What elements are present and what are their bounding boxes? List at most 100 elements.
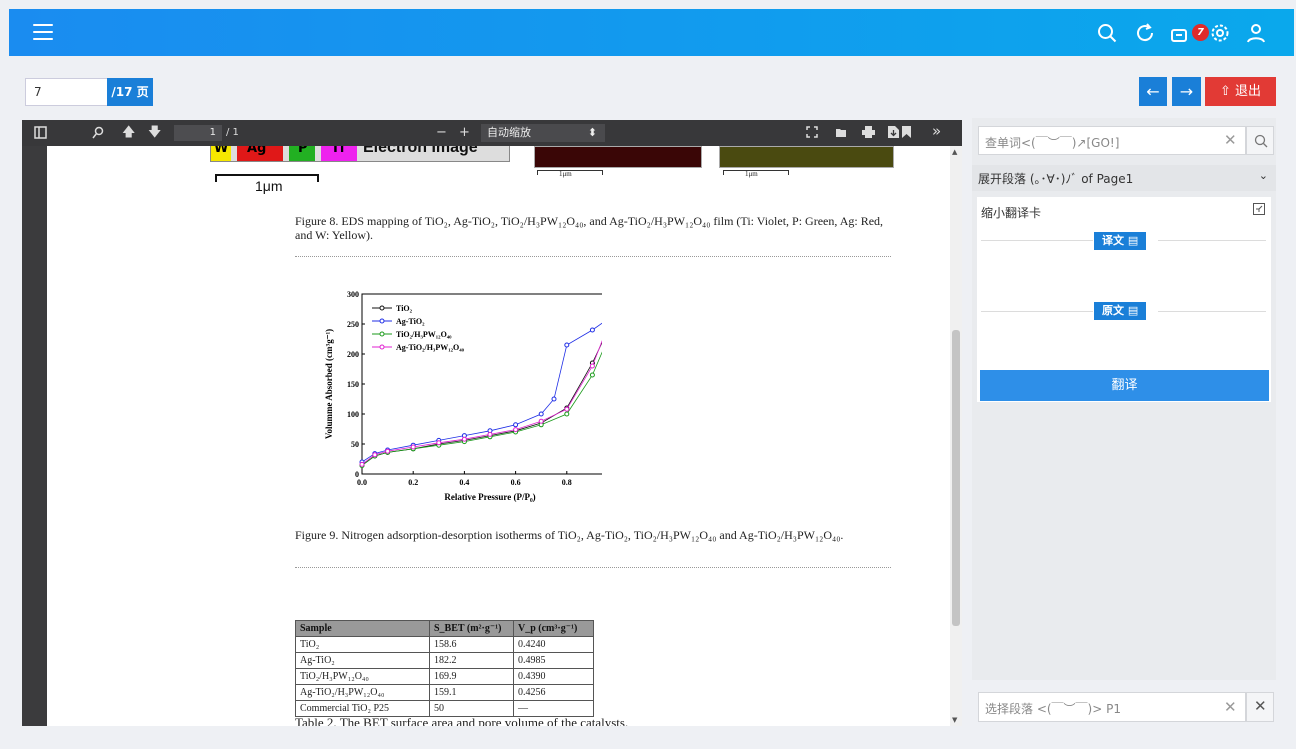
data-point [538, 418, 544, 424]
table-cell: 159.1 [429, 684, 514, 701]
top-bar: 7 [9, 9, 1294, 56]
exit-button[interactable]: ⇧ 退出 [1205, 77, 1276, 106]
next-page-button[interactable]: → [1172, 77, 1201, 106]
table-cell: 169.9 [429, 668, 514, 685]
search-icon[interactable] [1096, 22, 1118, 44]
series-line [361, 340, 602, 465]
legend-electron-image: Electron Image [363, 146, 478, 156]
viewer-page-input[interactable]: 1 [174, 125, 222, 141]
translation-tag[interactable]: 译文 ▤ [1094, 232, 1147, 250]
divider [1158, 240, 1266, 241]
find-icon[interactable] [92, 126, 105, 139]
notification-icon[interactable] [1169, 22, 1191, 44]
expand-paragraph-select[interactable]: 展开段落 (｡･∀･)ﾉﾞ of Page1 ⌄ [972, 165, 1276, 191]
print-icon[interactable] [862, 126, 875, 138]
divider [1158, 311, 1266, 312]
translate-button[interactable]: 翻译 [980, 370, 1269, 401]
data-point [538, 411, 544, 417]
menu-icon[interactable] [33, 24, 53, 40]
page-total-label: /17 页 [107, 78, 153, 106]
tools-more-button[interactable]: » [932, 122, 941, 140]
scrollbar-thumb[interactable] [952, 330, 960, 626]
page-number-input[interactable]: 7 [25, 78, 108, 106]
zoom-out-button[interactable]: − [436, 124, 447, 142]
refresh-icon[interactable] [1134, 22, 1156, 44]
y-axis-label: Volumme Absorbed (cm³g⁻¹) [324, 329, 334, 439]
bet-table: Sample S_BET (m²·g⁻¹) V_p (cm³·g⁻¹) TiO₂… [295, 620, 594, 717]
zoom-select[interactable]: 自动缩放 ⬍ [481, 124, 605, 142]
pdf-viewer: 🡅 🡇 1 / 1 − + 自动缩放 ⬍ » W Ag P Ti Electron… [22, 120, 962, 726]
y-tick-label: 100 [347, 410, 359, 419]
legend-ti: Ti [321, 146, 357, 161]
data-point [461, 436, 467, 442]
data-point [564, 406, 570, 412]
data-point [513, 422, 519, 428]
y-tick-label: 50 [351, 440, 359, 449]
x-axis-label: Relative Pressure (P/P₀) [444, 492, 535, 502]
scroll-up-icon[interactable]: ▲ [952, 148, 957, 156]
lookup-button[interactable] [1246, 126, 1274, 155]
bookmark-icon[interactable] [902, 126, 911, 138]
document-icon: ▤ [1127, 234, 1139, 247]
clear-icon[interactable]: ✕ [1224, 131, 1237, 149]
divider [981, 240, 1093, 241]
original-tag[interactable]: 原文 ▤ [1094, 302, 1147, 320]
previous-page-icon[interactable]: 🡅 [122, 124, 135, 142]
scale-label-small-2: 1μm [745, 170, 758, 178]
legend-label: Ag-TiO₂ [396, 317, 425, 326]
table-header: V_p (cm³·g⁻¹) [513, 620, 594, 637]
search-icon [1254, 134, 1268, 148]
pdf-page: W Ag P Ti Electron Image 1μm 1μm 1μm Fig… [47, 146, 950, 726]
y-tick-label: 0 [355, 470, 359, 479]
data-point [564, 342, 570, 348]
close-button[interactable]: ✕ [1246, 692, 1274, 722]
paragraph-select-input[interactable]: 选择段落 <(￣︶￣)> P1 [978, 692, 1246, 722]
figure-9-caption: Figure 9. Nitrogen adsorption-desorption… [295, 528, 844, 542]
isotherm-chart: 0.00.20.40.60.81.0050100150200250300Rela… [324, 290, 602, 502]
legend-ag: Ag [237, 146, 283, 161]
x-tick-label: 0.4 [459, 478, 469, 487]
prev-page-button[interactable]: ← [1139, 77, 1167, 106]
data-point [589, 372, 595, 378]
table-cell: 0.4390 [513, 668, 594, 685]
w-map-image [719, 146, 894, 168]
sidebar-toggle-icon[interactable] [34, 126, 47, 139]
dropdown-icon: ⬍ [587, 126, 597, 139]
figure-8-caption: Figure 8. EDS mapping of TiO₂, Ag-TiO₂, … [295, 214, 884, 242]
translation-tag-label: 译文 [1102, 234, 1124, 247]
word-lookup-input[interactable]: 查单词<(￣︶￣)↗[GO!] [978, 126, 1246, 155]
legend-marker [379, 305, 385, 311]
table-cell: TiO₂ [295, 636, 430, 653]
data-point [359, 461, 365, 467]
shrink-icon[interactable] [1253, 203, 1265, 215]
settings-icon[interactable] [1209, 22, 1231, 44]
y-tick-label: 150 [347, 380, 359, 389]
presentation-mode-icon[interactable] [806, 126, 818, 138]
table-2-caption: Table 2. The BET surface area and pore v… [295, 715, 629, 727]
data-point [551, 396, 557, 402]
download-icon[interactable] [888, 126, 899, 138]
data-point [385, 448, 391, 454]
table-row: TiO₂ 158.6 0.4240 [295, 636, 594, 653]
next-page-icon[interactable]: 🡇 [148, 124, 161, 142]
scroll-down-icon[interactable]: ▼ [952, 716, 957, 724]
table-cell: Ag-TiO₂/H₃PW₁₂O₄₀ [295, 684, 430, 701]
open-file-icon[interactable] [835, 126, 847, 138]
original-tag-label: 原文 [1102, 304, 1124, 317]
table-cell: TiO₂/H₃PW₁₂O₄₀ [295, 668, 430, 685]
clear-icon[interactable]: ✕ [1224, 698, 1237, 716]
scale-label: 1μm [255, 178, 283, 194]
legend-label: TiO₂ [396, 304, 413, 313]
y-tick-label: 300 [347, 290, 359, 299]
table-cell: 158.6 [429, 636, 514, 653]
table-row: Ag-TiO₂ 182.2 0.4985 [295, 652, 594, 669]
x-tick-label: 0.8 [562, 478, 572, 487]
table-row: Ag-TiO₂/H₃PW₁₂O₄₀ 159.1 0.4256 [295, 684, 594, 701]
notification-badge: 7 [1192, 24, 1209, 41]
data-point [372, 452, 378, 458]
user-icon[interactable] [1245, 22, 1267, 44]
table-cell: 0.4240 [513, 636, 594, 653]
zoom-in-button[interactable]: + [459, 124, 470, 142]
data-point [410, 444, 416, 450]
zoom-select-value: 自动缩放 [487, 126, 531, 139]
